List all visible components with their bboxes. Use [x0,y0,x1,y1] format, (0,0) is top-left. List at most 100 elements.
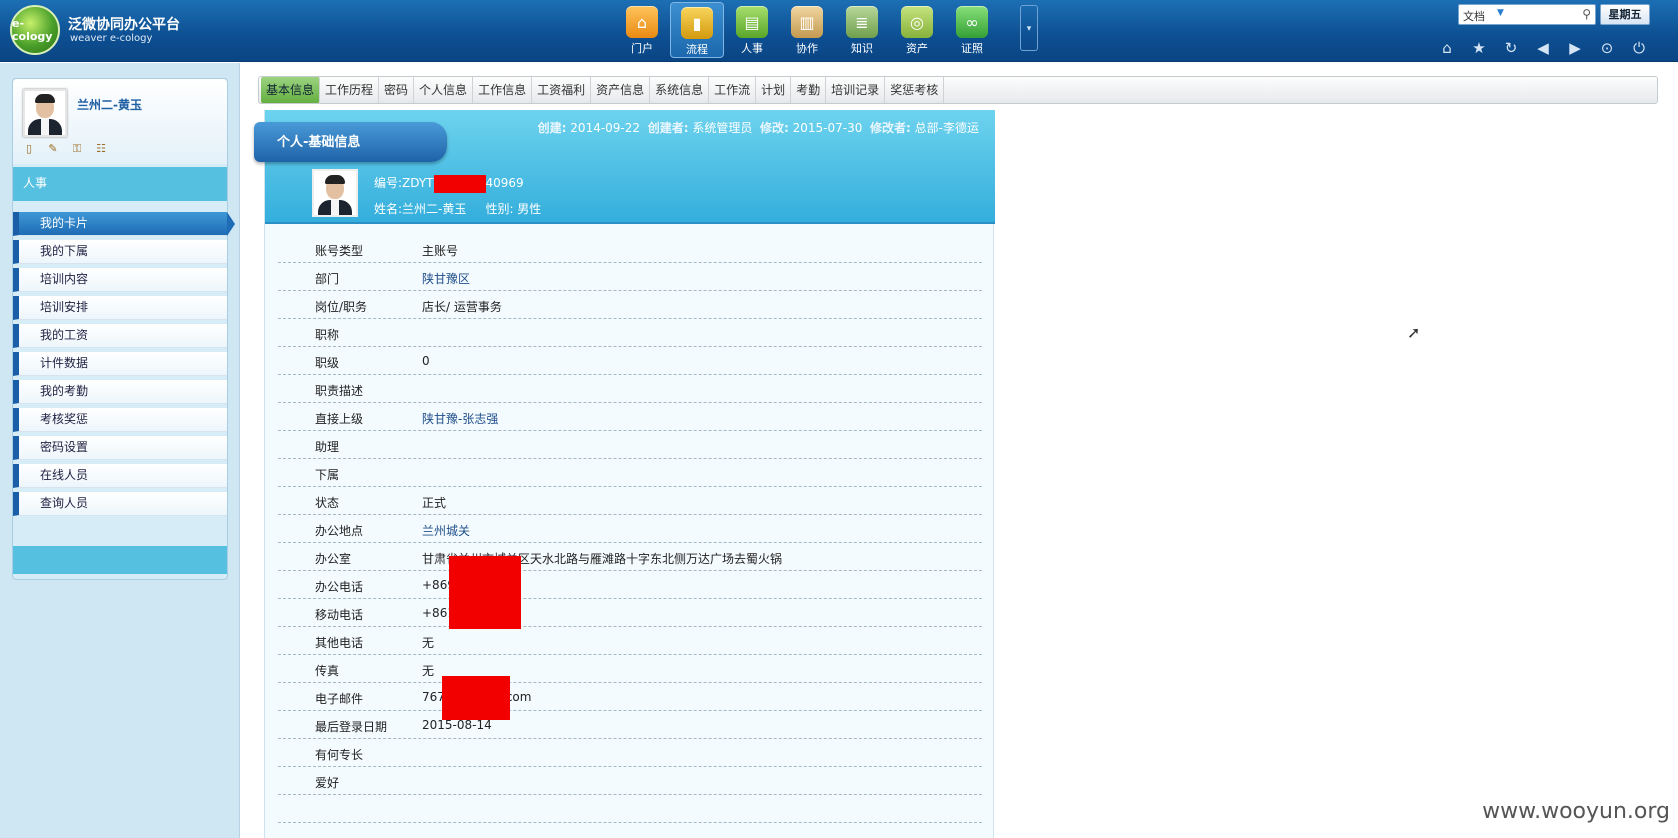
sidebar-item-3[interactable]: 培训安排 [13,296,227,320]
sidebar-item-6[interactable]: 我的考勤 [13,380,227,404]
field-row: 电子邮件 767 .com [278,683,982,711]
tab-10[interactable]: 考勤 [791,77,827,103]
sidebar-item-1[interactable]: 我的下属 [13,240,227,264]
sidebar-item-7[interactable]: 考核奖惩 [13,408,227,432]
nav-item-6[interactable]: ∞ 证照 [945,2,999,58]
chevron-down-icon[interactable]: ▼ [1497,8,1504,18]
field-label: 最后登录日期 [315,720,388,734]
created-date: 2014-09-22 [570,121,641,135]
nav-item-label: 流程 [686,43,708,56]
tab-4[interactable]: 工作信息 [473,77,533,103]
tab-11[interactable]: 培训记录 [826,77,886,103]
sidebar-menu: 我的卡片我的下属培训内容培训安排我的工资计件数据我的考勤考核奖惩密码设置在线人员… [13,212,235,520]
meta-line: 创建: 2014-09-22 创建者: 系统管理员 修改: 2015-07-30… [538,119,979,136]
clipboard-icon: ▥ [791,6,823,38]
sidebar-item-10[interactable]: 查询人员 [13,492,227,516]
star-icon[interactable]: ★ [1466,38,1492,58]
field-value[interactable]: 陕甘豫区 [422,270,470,287]
sidebar-item-8[interactable]: 密码设置 [13,436,227,460]
tab-2[interactable]: 密码 [379,77,415,103]
field-label: 其他电话 [315,636,364,650]
nav-item-2[interactable]: ▤ 人事 [725,2,779,58]
sidebar-item-2[interactable]: 培训内容 [13,268,227,292]
sidebar-item-5[interactable]: 计件数据 [13,352,227,376]
nav-item-label: 门户 [631,42,653,55]
sidebar-item-4[interactable]: 我的工资 [13,324,227,348]
search-box[interactable]: 文档 ▼ ⚲ [1458,4,1596,25]
tab-3[interactable]: 个人信息 [414,77,474,103]
org-chart-icon[interactable]: ☷ [93,142,109,156]
nav-item-3[interactable]: ▥ 协作 [780,2,834,58]
avatar[interactable] [23,89,67,137]
chart-icon: ▮ [681,7,713,39]
ecology-logo[interactable]: e-cology [10,5,60,55]
field-row [278,795,982,823]
download-icon[interactable]: ⊙ [1594,38,1620,58]
lock-icon[interactable]: ⚿ [69,142,85,156]
tab-8[interactable]: 工作流 [709,77,757,103]
search-icon[interactable]: ⚲ [1582,7,1591,21]
field-label: 部门 [315,272,340,286]
field-row: 助理 [278,431,982,459]
field-label: 移动电话 [315,608,364,622]
field-label: 下属 [315,468,340,482]
employee-number: 编号:ZDYT 40969 [374,174,524,193]
field-row: 职责描述 [278,375,982,403]
nav-item-label: 人事 [741,42,763,55]
field-label: 直接上级 [315,412,364,426]
field-row: 部门 陕甘豫区 [278,263,982,291]
home-icon[interactable]: ⌂ [1434,38,1460,58]
power-icon[interactable]: ⏻ [1626,38,1652,58]
profile-header: 个人-基础信息 创建: 2014-09-22 创建者: 系统管理员 修改: 20… [254,110,995,224]
field-value[interactable]: 兰州城关 [422,522,470,539]
nav-item-5[interactable]: ◎ 资产 [890,2,944,58]
nav-item-label: 证照 [961,42,983,55]
tab-12[interactable]: 奖惩考核 [885,77,945,103]
nav-more-button[interactable]: ▾ [1020,5,1038,51]
nav-item-label: 资产 [906,42,928,55]
field-row: 职级 0 [278,347,982,375]
tab-7[interactable]: 系统信息 [650,77,710,103]
field-row: 传真 无 [278,655,982,683]
home-icon: ⌂ [626,6,658,38]
main-nav: ⌂ 门户 ▮ 流程 ▤ 人事 ▥ 协作 ≣ 知识 ◎ 资产 ∞ 证照 [615,2,1000,58]
refresh-icon[interactable]: ↻ [1498,38,1524,58]
edit-icon[interactable]: ✎ [45,142,61,156]
field-label: 电子邮件 [315,692,364,706]
brand-subtitle: weaver e-cology [70,33,153,44]
book-icon[interactable]: ▯ [21,142,37,156]
employee-number-prefix: 编号:ZDYT [374,176,434,190]
sidebar-footer-bar [13,546,227,574]
field-value[interactable]: 陕甘豫-张志强 [422,410,498,427]
tab-0[interactable]: 基本信息 [261,77,321,103]
profile-photo [312,169,358,217]
tab-bar: 基本信息 工作历程 密码 个人信息 工作信息 工资福利 资产信息 系统信息 工作流 计划 考勤 培训记… [258,76,1658,104]
back-icon[interactable]: ◀ [1530,38,1556,58]
search-scope-select[interactable]: 文档 [1463,8,1485,24]
field-row: 爱好 [278,767,982,795]
sidebar-item-0[interactable]: 我的卡片 [13,212,235,236]
sidebar-panel: 兰州二-黄玉 ▯ ✎ ⚿ ☷ 人事 我的卡片 我的下属 培训内容 培训安排 我的工资 计件… [12,78,235,580]
field-row: 下属 [278,459,982,487]
profile-card: 个人-基础信息 创建: 2014-09-22 创建者: 系统管理员 修改: 20… [254,110,995,838]
nav-item-0[interactable]: ⌂ 门户 [615,2,669,58]
field-row: 办公电话 +869 [278,571,982,599]
field-label: 职称 [315,328,340,342]
tab-5[interactable]: 工资福利 [532,77,592,103]
gender-value: 性别: 男性 [485,202,542,216]
tab-1[interactable]: 工作历程 [320,77,380,103]
nav-item-1[interactable]: ▮ 流程 [670,2,724,58]
name-gender: 姓名:兰州二-黄玉 性别: 男性 [374,200,541,217]
modified-date: 2015-07-30 [792,121,863,135]
field-row: 直接上级 陕甘豫-张志强 [278,403,982,431]
sidebar-item-9[interactable]: 在线人员 [13,464,227,488]
tab-9[interactable]: 计划 [756,77,792,103]
field-row: 账号类型 主账号 [278,235,982,263]
user-name[interactable]: 兰州二-黄玉 [77,96,142,113]
field-label: 传真 [315,664,340,678]
field-label: 职级 [315,356,340,370]
tab-6[interactable]: 资产信息 [591,77,651,103]
redaction-box [442,676,510,720]
forward-icon[interactable]: ▶ [1562,38,1588,58]
nav-item-4[interactable]: ≣ 知识 [835,2,889,58]
